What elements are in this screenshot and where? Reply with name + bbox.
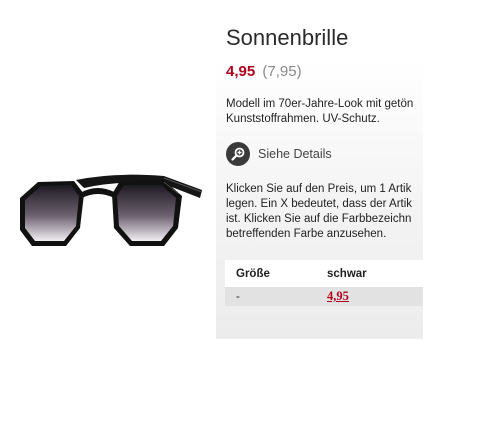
price-row: 4,95 (7,95): [226, 63, 302, 80]
product-description: Modell im 70er-Jahre-Look mit getön Kuns…: [226, 97, 423, 127]
help-line: ist. Klicken Sie auf die Farbbezeichn: [226, 213, 412, 225]
description-line: Modell im 70er-Jahre-Look mit getön: [226, 98, 414, 110]
size-color-table: Größe schwar - 4,95: [225, 260, 423, 306]
help-line: Klicken Sie auf den Preis, um 1 Artik: [226, 183, 412, 195]
old-price: (7,95): [262, 63, 302, 80]
product-info-panel: Sonnenbrille 4,95 (7,95) Modell im 70er-…: [216, 0, 423, 339]
current-price: 4,95: [226, 63, 256, 80]
magnifier-plus-icon: [226, 142, 250, 166]
help-line: legen. Ein X bedeutet, dass der Artik: [226, 198, 413, 210]
product-title: Sonnenbrille: [226, 25, 349, 50]
add-to-cart-price-link[interactable]: 4,95: [327, 289, 349, 303]
help-line: betreffenden Farbe anzusehen.: [226, 228, 387, 240]
size-cell: -: [225, 287, 316, 306]
see-details-label: Siehe Details: [258, 147, 332, 161]
see-details-link[interactable]: Siehe Details: [226, 142, 332, 166]
product-image: [14, 168, 204, 250]
size-column-header: Größe: [225, 260, 316, 287]
price-cell: 4,95: [316, 287, 423, 306]
help-text: Klicken Sie auf den Preis, um 1 Artik le…: [226, 182, 423, 242]
table-row: - 4,95: [225, 287, 423, 306]
description-line: Kunststoffrahmen. UV-Schutz.: [226, 113, 380, 125]
color-column-header[interactable]: schwar: [316, 260, 423, 287]
sunglasses-image: [20, 174, 203, 246]
table-header-row: Größe schwar: [225, 260, 423, 287]
